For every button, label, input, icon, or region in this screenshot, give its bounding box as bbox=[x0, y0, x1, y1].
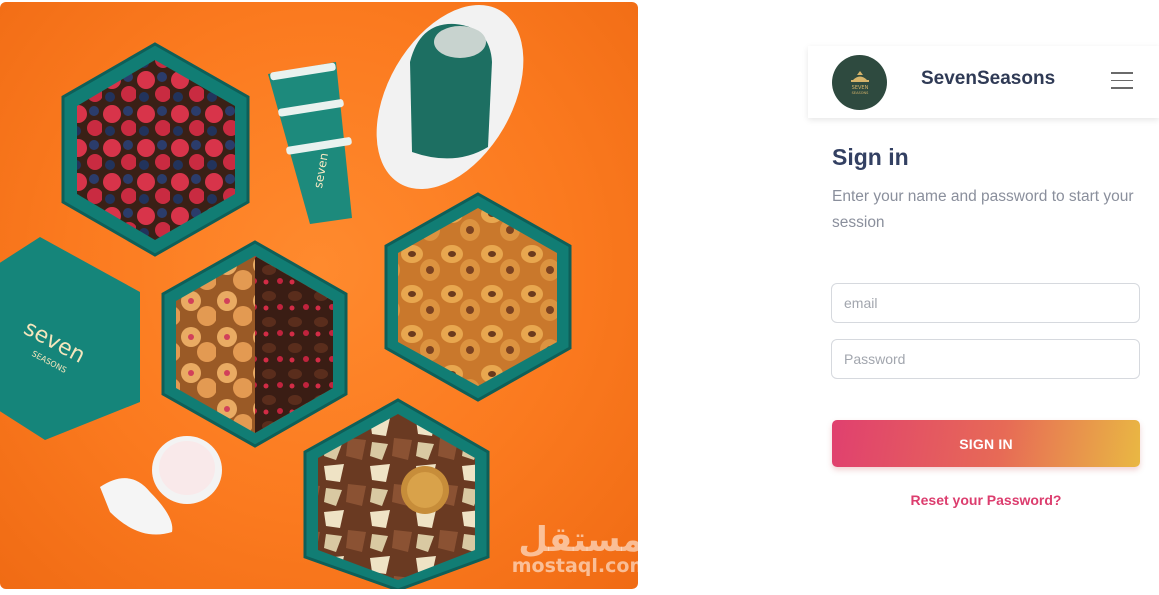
hero-image: seven seven SEASONS مستقل mostaql.com bbox=[0, 2, 638, 589]
seven-seasons-logo-icon: SEVEN SEASONS bbox=[850, 70, 869, 95]
watermark-latin: mostaql.com bbox=[511, 555, 638, 577]
reset-password-link[interactable]: Reset your Password? bbox=[832, 492, 1140, 508]
top-header: SEVEN SEASONS SevenSeasons bbox=[808, 46, 1159, 118]
pastry-boxes-illustration: seven seven SEASONS bbox=[0, 5, 572, 589]
page-subtitle: Enter your name and password to start yo… bbox=[832, 188, 1134, 231]
brand-logo[interactable]: SEVEN SEASONS bbox=[832, 55, 887, 110]
paper-cups: seven bbox=[268, 62, 352, 224]
page-title: Sign in bbox=[832, 144, 909, 170]
sign-in-button[interactable]: SIGN IN bbox=[832, 420, 1140, 467]
mostaql-watermark: مستقل mostaql.com bbox=[508, 520, 638, 576]
brand-name: SevenSeasons bbox=[921, 68, 1056, 89]
password-field[interactable] bbox=[831, 339, 1140, 379]
closed-gift-box: seven SEASONS bbox=[0, 237, 140, 440]
hamburger-menu-icon[interactable] bbox=[1111, 72, 1133, 90]
watermark-arabic: مستقل bbox=[518, 520, 638, 560]
svg-text:SEASONS: SEASONS bbox=[851, 91, 868, 95]
email-field[interactable] bbox=[831, 283, 1140, 323]
